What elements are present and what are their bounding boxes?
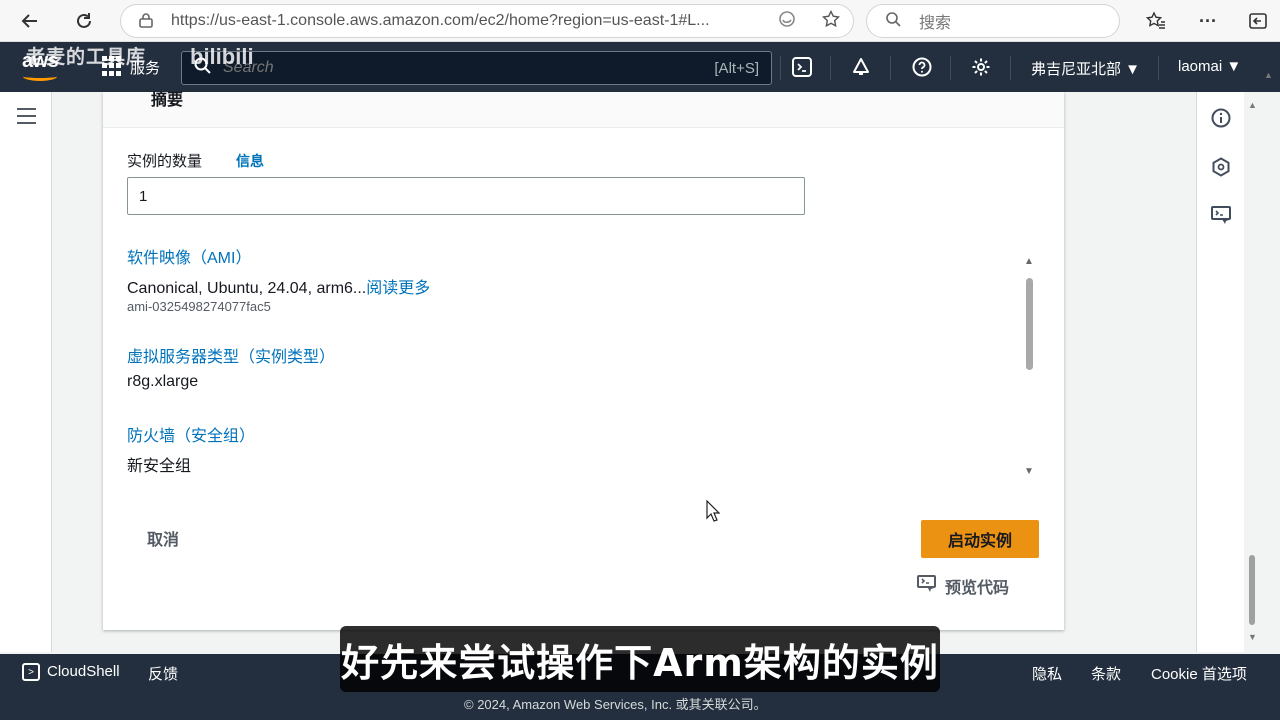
hexagon-icon[interactable] <box>1209 155 1233 179</box>
page-scroll-thumb[interactable] <box>1249 555 1255 625</box>
edge-icon[interactable] <box>765 10 809 33</box>
star-icon[interactable] <box>809 9 853 33</box>
preview-code-label: 预览代码 <box>945 580 1010 597</box>
instance-count-label: 实例的数量 <box>127 153 203 170</box>
nav-divider <box>890 56 891 80</box>
scroll-thumb[interactable] <box>1026 278 1033 370</box>
search-icon <box>885 11 901 32</box>
cookie-preferences-link[interactable]: Cookie 首选项 <box>1151 663 1247 684</box>
instance-type-value: r8g.xlarge <box>127 373 199 390</box>
scroll-up-icon[interactable]: ▲ <box>1024 256 1034 267</box>
panel-title: 摘要 <box>151 92 184 109</box>
code-preview-icon[interactable] <box>1209 203 1233 227</box>
ami-label[interactable]: 软件映像（AMI） <box>127 244 251 268</box>
summary-scrollbar[interactable]: ▲ ▼ <box>1023 252 1037 482</box>
favorites-icon[interactable] <box>1136 1 1176 41</box>
panel-header: 摘要 <box>103 92 1064 128</box>
bell-icon[interactable] <box>848 54 874 80</box>
cloudshell-link[interactable]: CloudShell <box>47 663 120 680</box>
read-more-link[interactable]: 阅读更多 <box>366 280 430 297</box>
info-link[interactable]: 信息 <box>236 151 264 171</box>
instance-type-label[interactable]: 虚拟服务器类型（实例类型） <box>127 343 335 367</box>
ami-value: Canonical, Ubuntu, 24.04, arm6...阅读更多 <box>127 274 430 298</box>
cloudshell-icon[interactable] <box>789 54 815 80</box>
right-tools-rail <box>1196 92 1244 652</box>
summary-list: 软件映像（AMI） Canonical, Ubuntu, 24.04, arm6… <box>127 244 1040 484</box>
aws-search-input[interactable] <box>223 59 715 77</box>
menu-icon[interactable] <box>17 108 36 129</box>
scroll-down-icon[interactable]: ▼ <box>1024 466 1034 477</box>
back-icon[interactable] <box>10 1 50 41</box>
browser-search-box[interactable]: 搜索 <box>866 4 1120 38</box>
code-preview-icon <box>917 574 937 598</box>
browser-toolbar: https://us-east-1.console.aws.amazon.com… <box>0 0 1280 42</box>
watermark-logo: bilibili <box>190 44 254 69</box>
watermark-text: 老麦的工具库 <box>26 47 147 68</box>
ami-value-text: Canonical, Ubuntu, 24.04, arm6... <box>127 280 367 297</box>
aws-smile-icon <box>23 72 57 81</box>
mouse-cursor-icon <box>706 500 720 522</box>
more-icon[interactable]: ··· <box>1188 1 1228 41</box>
nav-divider <box>1010 56 1011 80</box>
lock-icon[interactable] <box>139 12 161 31</box>
nav-divider <box>780 56 781 80</box>
cloudshell-icon[interactable]: > <box>22 663 40 681</box>
summary-panel: 摘要 实例的数量 信息 软件映像（AMI） Canonical, Ubuntu,… <box>103 92 1064 630</box>
launch-instance-button[interactable]: 启动实例 <box>921 520 1039 558</box>
nav-divider <box>830 56 831 80</box>
nav-divider <box>1158 56 1159 80</box>
firewall-label[interactable]: 防火墙（安全组） <box>127 422 255 446</box>
aws-search-bar[interactable]: [Alt+S] <box>181 51 772 85</box>
left-navigation-rail <box>0 92 52 652</box>
settings-icon[interactable] <box>968 54 994 80</box>
page-scrollbar[interactable]: ▲ ▼ <box>1246 92 1258 652</box>
exit-icon[interactable] <box>1238 1 1278 41</box>
refresh-icon[interactable] <box>64 1 104 41</box>
video-subtitle: 好先来尝试操作下Arm架构的实例 <box>340 626 940 692</box>
cancel-button[interactable]: 取消 <box>147 526 179 550</box>
scroll-down-icon[interactable]: ▼ <box>1248 632 1257 642</box>
feedback-link[interactable]: 反馈 <box>148 663 178 684</box>
browser-search-placeholder: 搜索 <box>919 15 952 32</box>
scroll-up-icon[interactable]: ▲ <box>1248 100 1257 110</box>
search-shortcut-hint: [Alt+S] <box>714 59 759 77</box>
scroll-up-icon[interactable]: ▲ <box>1264 70 1273 80</box>
user-menu[interactable]: laomai ▼ <box>1178 58 1241 75</box>
help-icon[interactable] <box>909 54 935 80</box>
address-bar[interactable]: https://us-east-1.console.aws.amazon.com… <box>120 4 854 38</box>
window-scrollbar[interactable]: ▲ <box>1262 70 1280 654</box>
info-icon[interactable] <box>1209 106 1233 130</box>
firewall-value: 新安全组 <box>127 458 192 475</box>
region-selector[interactable]: 弗吉尼亚北部 ▼ <box>1031 58 1140 79</box>
instance-count-input[interactable] <box>127 177 805 215</box>
privacy-link[interactable]: 隐私 <box>1032 663 1062 684</box>
copyright-text: © 2024, Amazon Web Services, Inc. 或其关联公司… <box>464 697 767 712</box>
url-text[interactable]: https://us-east-1.console.aws.amazon.com… <box>171 12 765 30</box>
aws-top-nav: aws 服务 [Alt+S] 老麦的工具库 bilibili 弗吉尼亚北部 ▼ … <box>0 42 1280 92</box>
preview-code-link[interactable]: 预览代码 <box>917 574 1009 598</box>
nav-divider <box>950 56 951 80</box>
ami-id: ami-0325498274077fac5 <box>127 299 271 314</box>
terms-link[interactable]: 条款 <box>1091 663 1121 684</box>
